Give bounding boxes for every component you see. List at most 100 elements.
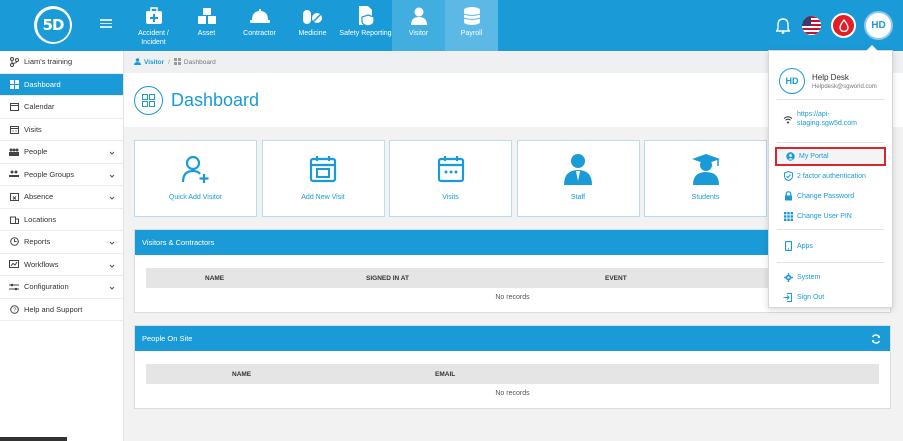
column-header-event: EVENT xyxy=(605,274,627,282)
asset-boxes-icon xyxy=(196,5,218,27)
module-label: Accident / Incident xyxy=(138,30,169,46)
dashboard-icon xyxy=(9,79,19,89)
card-label: Visits xyxy=(442,194,459,201)
configuration-icon xyxy=(9,282,19,292)
breadcrumb-root[interactable]: Visitor xyxy=(144,59,164,66)
sidebar-item-liams-training[interactable]: Liam's training xyxy=(0,51,123,74)
page-title: Dashboard xyxy=(171,89,260,110)
menu-item-label: Change User PIN xyxy=(797,212,852,220)
table-header: NAME EMAIL xyxy=(146,364,879,384)
us-flag-icon[interactable] xyxy=(802,16,821,35)
panel-title: People On Site xyxy=(142,334,193,343)
chevron-down-icon xyxy=(109,262,115,268)
two-factor-menu-item[interactable]: 2 factor authentication xyxy=(769,166,892,186)
alert-drop-icon[interactable] xyxy=(831,13,856,38)
chevron-down-icon xyxy=(109,149,115,155)
sidebar-item-label: Calendar xyxy=(24,102,55,112)
module-safety-reporting[interactable]: Safety Reporting xyxy=(339,0,392,51)
module-label: Contractor xyxy=(243,30,276,37)
sidebar-item-workflows[interactable]: Workflows xyxy=(0,254,123,276)
sidebar-scroll-indicator xyxy=(0,437,67,441)
sidebar-item-label: Liam's training xyxy=(24,57,73,67)
chevron-down-icon xyxy=(109,284,115,290)
staff-icon xyxy=(562,153,594,185)
sidebar-item-dashboard[interactable]: Dashboard xyxy=(0,73,123,96)
module-label: Payroll xyxy=(460,30,483,37)
staff-card[interactable]: Staff xyxy=(516,140,640,217)
sidebar-item-label: Help and Support xyxy=(24,304,83,314)
pills-icon xyxy=(302,5,324,27)
my-portal-menu-item[interactable]: My Portal xyxy=(775,147,886,166)
menu-user-email: Helpdesk@sgworld.com xyxy=(812,83,877,90)
add-new-visit-card[interactable]: Add New Visit xyxy=(261,140,385,217)
user-avatar-button[interactable]: HD xyxy=(864,11,893,40)
sidebar-item-configuration[interactable]: Configuration xyxy=(0,276,123,299)
sidebar-item-label: Absence xyxy=(24,192,54,202)
hard-hat-icon xyxy=(249,5,271,27)
chevron-down-icon xyxy=(109,239,115,245)
sidebar-item-absence[interactable]: Absence xyxy=(0,186,123,209)
menu-item-label: My Portal xyxy=(799,153,829,160)
module-label: Medicine xyxy=(298,30,327,37)
module-accident-incident[interactable]: Accident / Incident xyxy=(127,0,180,51)
people-groups-icon xyxy=(9,169,19,179)
sidebar-item-help-and-support[interactable]: ? Help and Support xyxy=(0,299,123,321)
chevron-down-icon xyxy=(109,194,115,200)
card-label: Students xyxy=(691,194,720,201)
server-url-line-1: https://api- xyxy=(797,111,830,118)
students-card[interactable]: Students xyxy=(644,140,767,217)
sign-out-menu-item[interactable]: Sign Out xyxy=(769,287,892,307)
sidebar-item-visits[interactable]: Visits xyxy=(0,119,123,141)
breadcrumb-separator: / xyxy=(168,58,170,66)
refresh-icon[interactable] xyxy=(871,334,881,344)
sidebar: Liam's training Dashboard Calendar Visit… xyxy=(0,51,124,441)
column-header-name: NAME xyxy=(205,274,225,282)
gear-icon xyxy=(783,272,793,282)
empty-state-text: No records xyxy=(495,390,530,397)
module-medicine[interactable]: Medicine xyxy=(286,0,339,51)
change-pin-menu-item[interactable]: Change User PIN xyxy=(769,206,892,226)
visits-icon xyxy=(9,124,19,134)
graduate-icon xyxy=(690,153,722,185)
sidebar-item-label: Dashboard xyxy=(24,79,61,89)
menu-toggle-icon[interactable] xyxy=(100,17,112,31)
column-header-name: NAME xyxy=(232,370,252,378)
branch-icon xyxy=(9,56,19,67)
avatar: HD xyxy=(779,68,805,94)
menu-item-label: Sign Out xyxy=(797,293,825,301)
bell-icon[interactable] xyxy=(775,17,792,34)
absence-icon xyxy=(9,192,19,202)
sidebar-item-calendar[interactable]: Calendar xyxy=(0,96,123,119)
visits-card[interactable]: Visits xyxy=(389,140,512,217)
menu-user-name: Help Desk xyxy=(812,72,849,82)
module-visitor[interactable]: Visitor xyxy=(392,0,445,51)
module-contractor[interactable]: Contractor xyxy=(233,0,286,51)
module-payroll[interactable]: Payroll xyxy=(445,0,498,51)
calendar-icon xyxy=(9,102,19,112)
visitor-icon xyxy=(408,5,430,27)
sign-out-icon xyxy=(783,292,793,302)
sidebar-item-label: People xyxy=(24,147,48,157)
menu-item-label: Apps xyxy=(797,242,813,250)
sidebar-item-locations[interactable]: Locations xyxy=(0,209,123,231)
menu-item-label: Change Password xyxy=(797,192,855,200)
change-password-menu-item[interactable]: Change Password xyxy=(769,186,892,206)
dashboard-small-icon xyxy=(173,57,181,67)
apps-menu-item[interactable]: Apps xyxy=(769,236,892,256)
sidebar-item-people[interactable]: People xyxy=(0,141,123,164)
quick-add-visitor-card[interactable]: Quick Add Visitor xyxy=(134,140,257,217)
module-asset[interactable]: Asset xyxy=(180,0,233,51)
menu-user-info: HD Help Desk Helpdesk@sgworld.com xyxy=(769,51,892,99)
sidebar-item-label: People Groups xyxy=(24,169,75,179)
logo-text: 5D xyxy=(42,16,65,34)
sidebar-item-people-groups[interactable]: People Groups xyxy=(0,164,123,186)
app-logo[interactable]: 5D xyxy=(34,6,72,44)
card-label: Quick Add Visitor xyxy=(168,194,223,201)
sidebar-item-label: Workflows xyxy=(24,259,59,269)
lock-icon xyxy=(783,191,793,201)
sidebar-item-reports[interactable]: Reports xyxy=(0,231,123,254)
system-menu-item[interactable]: System xyxy=(769,267,892,287)
menu-server-url[interactable]: https://api- staging.sgw5d.com xyxy=(769,100,892,142)
menu-item-label: System xyxy=(797,273,821,281)
sidebar-item-label: Visits xyxy=(24,124,42,134)
